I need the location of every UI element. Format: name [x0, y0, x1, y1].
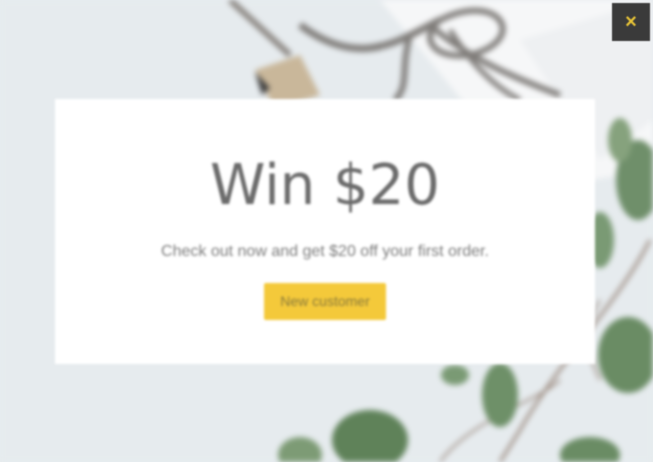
close-icon: ×: [625, 11, 637, 33]
promo-card: Win $20 Check out now and get $20 off yo…: [55, 99, 595, 364]
promo-subtext: Check out now and get $20 off your first…: [161, 243, 489, 260]
close-button[interactable]: ×: [612, 3, 650, 41]
new-customer-button[interactable]: New customer: [264, 283, 386, 320]
promo-headline: Win $20: [210, 153, 440, 218]
promo-popup: × Win $20 Check out now and get $20 off …: [0, 0, 653, 462]
